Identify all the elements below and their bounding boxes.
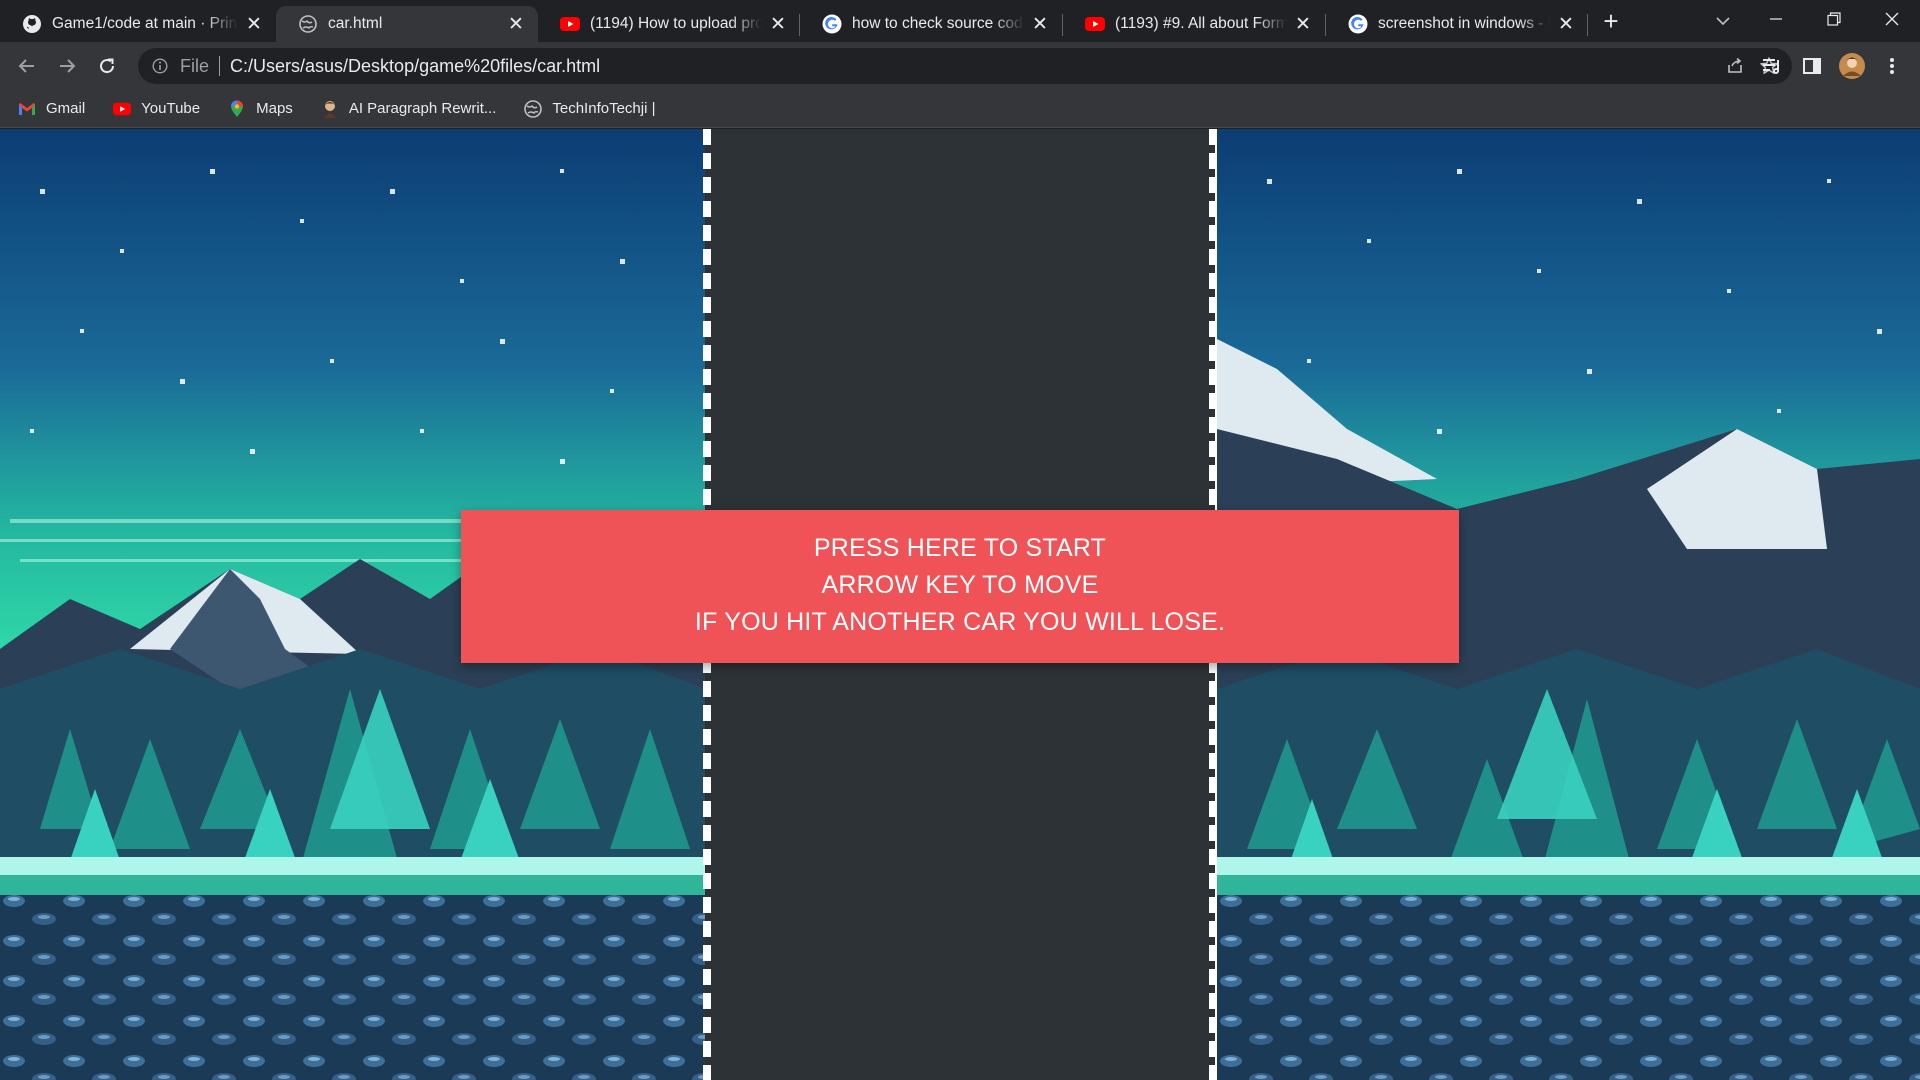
kebab-menu-icon[interactable] [1874,48,1910,84]
close-window-button[interactable] [1864,0,1920,38]
bookmark-gmail[interactable]: Gmail [14,95,89,123]
bookmark-label: Gmail [46,100,86,117]
tab-strip: Game1/code at main · Princ ✕ car.html ✕ … [0,0,1920,42]
arrow-right-icon [60,59,76,73]
tab-github[interactable]: Game1/code at main · Princ ✕ [0,6,276,42]
close-tab-icon[interactable]: ✕ [506,14,526,35]
youtube-icon [1085,14,1105,34]
restore-button[interactable] [1806,0,1862,38]
bookmark-youtube[interactable]: YouTube [109,95,204,123]
url-separator [219,56,221,76]
address-bar[interactable]: File C:/Users/asus/Desktop/game%20files/… [138,48,1792,84]
forward-button[interactable] [49,48,85,84]
google-icon [1348,14,1368,34]
start-button[interactable]: PRESS HERE TO START ARROW KEY TO MOVE IF… [461,510,1459,663]
bookmark-maps[interactable]: Maps [224,95,297,123]
bookmark-label: AI Paragraph Rewrit... [348,100,497,117]
tab-title: (1193) #9. All about Forms [1115,15,1287,32]
lose-instruction-line: IF YOU HIT ANOTHER CAR YOU WILL LOSE. [694,608,1226,636]
minimize-button[interactable] [1748,0,1804,38]
tab-title: screenshot in windows - Go [1378,15,1550,32]
tab-title: (1194) How to upload proje [590,15,762,32]
bookmark-label: Maps [256,100,293,117]
globe-icon [298,14,318,34]
reading-list-icon[interactable] [1754,48,1790,84]
profile-avatar[interactable] [1834,48,1870,84]
tab-google-screenshot[interactable]: screenshot in windows - Go ✕ [1326,6,1588,42]
bookmark-ai-paragraph-rewriter[interactable]: AI Paragraph Rewrit... [317,95,501,123]
page-viewport: PRESS HERE TO START ARROW KEY TO MOVE IF… [0,129,1920,1080]
youtube-icon [113,100,132,118]
close-tab-icon[interactable]: ✕ [1030,14,1050,35]
url-scheme-label: File [180,55,210,76]
close-tab-icon[interactable]: ✕ [244,14,264,35]
browser-toolbar: File C:/Users/asus/Desktop/game%20files/… [0,42,1920,90]
move-instruction-line: ARROW KEY TO MOVE [821,571,1099,599]
restore-icon [1827,12,1841,26]
tab-google-source-code[interactable]: how to check source code c ✕ [800,6,1062,42]
bookmark-techinfotechji[interactable]: TechInfoTechji | [520,95,659,123]
reload-icon [100,58,115,74]
bookmark-label: TechInfoTechji | [552,100,656,117]
chevron-down-icon [1716,17,1730,26]
back-button[interactable] [9,48,45,84]
info-icon[interactable] [150,56,170,76]
bookmarks-bar: Gmail YouTube Maps AI Paragraph Rewrit..… [0,90,1920,128]
youtube-icon [560,14,580,34]
close-tab-icon[interactable]: ✕ [768,14,788,35]
google-icon [822,14,842,34]
minimize-icon [1770,18,1782,20]
avatar-icon [321,100,339,118]
tab-title: Game1/code at main · Princ [52,15,238,32]
globe-icon [524,99,543,118]
tab-title: car.html [328,15,383,32]
tab-youtube-upload[interactable]: (1194) How to upload proje ✕ [538,6,800,42]
close-tab-icon[interactable]: ✕ [1293,14,1313,35]
bookmark-label: YouTube [141,100,201,117]
close-tab-icon[interactable]: ✕ [1556,14,1576,35]
tab-title: how to check source code c [852,15,1024,32]
gmail-icon [18,100,36,118]
tab-search-button[interactable] [1708,6,1738,36]
arrow-left-icon [18,59,34,73]
github-icon [22,14,42,34]
maps-icon [228,100,246,118]
start-instruction-line: PRESS HERE TO START [813,534,1107,562]
share-icon[interactable] [1718,49,1752,83]
tab-separator [1587,14,1588,36]
reload-button[interactable] [89,48,125,84]
tab-youtube-forms[interactable]: (1193) #9. All about Forms ✕ [1063,6,1325,42]
new-tab-button[interactable]: + [1596,6,1626,36]
url-text[interactable]: C:/Users/asus/Desktop/game%20files/car.h… [230,56,1718,77]
tab-car-html[interactable]: car.html ✕ [276,6,538,42]
close-icon [1885,12,1899,26]
side-panel-icon[interactable] [1794,48,1830,84]
